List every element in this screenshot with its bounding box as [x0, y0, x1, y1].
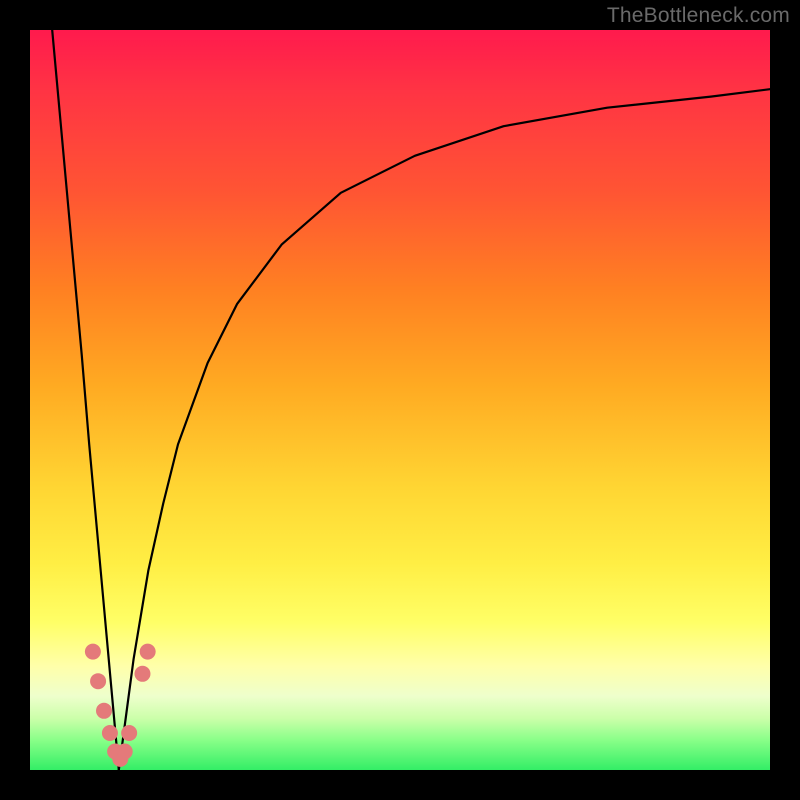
- chart-frame: TheBottleneck.com: [0, 0, 800, 800]
- marker-point: [140, 644, 156, 660]
- curve-right-branch: [119, 89, 770, 770]
- marker-point: [102, 725, 118, 741]
- marker-point: [85, 644, 101, 660]
- marker-point: [121, 725, 137, 741]
- marker-point: [117, 744, 133, 760]
- curve-left-branch: [52, 30, 119, 770]
- marker-point: [134, 666, 150, 682]
- marker-point: [96, 703, 112, 719]
- watermark-text: TheBottleneck.com: [607, 4, 790, 28]
- plot-area: [30, 30, 770, 770]
- chart-svg: [30, 30, 770, 770]
- marker-point: [90, 673, 106, 689]
